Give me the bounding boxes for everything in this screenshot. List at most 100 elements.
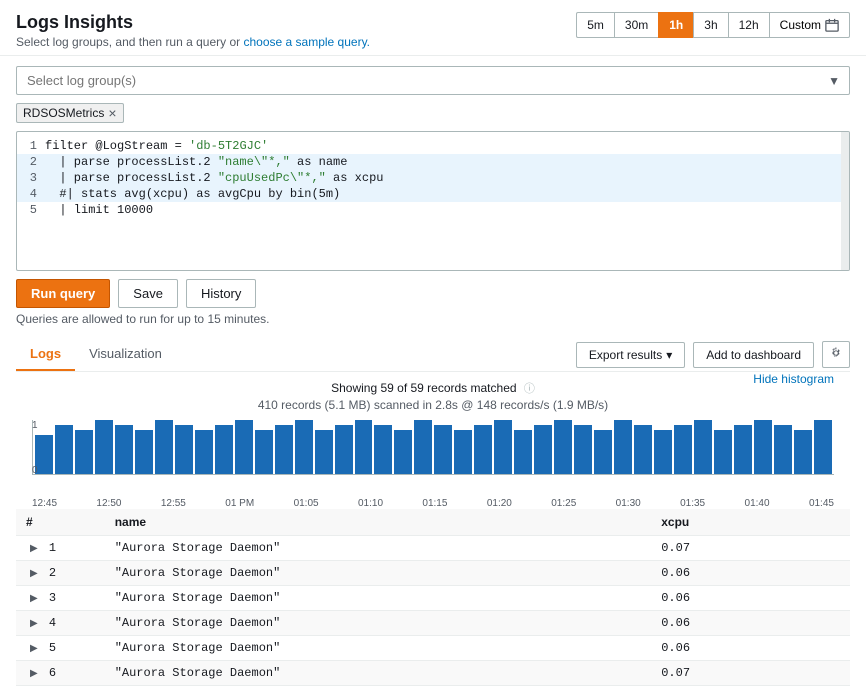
histogram-bar — [155, 420, 173, 474]
histogram-bar — [534, 425, 552, 474]
table-row: ▶ 4 "Aurora Storage Daemon" 0.06 — [16, 611, 850, 636]
histogram-bar — [574, 425, 592, 474]
histogram-bar — [175, 425, 193, 474]
histogram-bar — [614, 420, 632, 474]
histogram-bar — [674, 425, 692, 474]
code-line-2: 2 | parse processList.2 "name\"*," as na… — [17, 154, 849, 170]
cell-name: "Aurora Storage Daemon" — [105, 611, 652, 636]
add-to-dashboard-button[interactable]: Add to dashboard — [693, 342, 814, 368]
cell-xcpu: 0.07 — [651, 661, 850, 686]
tabs-row: Logs Visualization Export results ▾ Add … — [16, 338, 850, 372]
run-query-button[interactable]: Run query — [16, 279, 110, 308]
histogram-bar — [215, 425, 233, 474]
row-expand-button[interactable]: ▶ — [26, 593, 42, 604]
row-expand-button[interactable]: ▶ — [26, 643, 42, 654]
code-line-3: 3 | parse processList.2 "cpuUsedPc\"*," … — [17, 170, 849, 186]
log-group-input[interactable] — [16, 66, 850, 95]
tab-visualization[interactable]: Visualization — [75, 338, 176, 371]
tag-rdsos: RDSOSMetrics × — [16, 103, 124, 123]
histogram-bar — [554, 420, 572, 474]
y-axis-top-label: 1 — [32, 420, 38, 431]
row-expand-button[interactable]: ▶ — [26, 543, 42, 554]
cell-name: "Aurora Storage Daemon" — [105, 561, 652, 586]
histogram-bar — [95, 420, 113, 474]
histogram-bar — [694, 420, 712, 474]
cell-xcpu: 0.06 — [651, 611, 850, 636]
x-axis-label: 01:40 — [745, 498, 770, 509]
row-expand-button[interactable]: ▶ — [26, 618, 42, 629]
history-button[interactable]: History — [186, 279, 256, 308]
histogram-bar — [654, 430, 672, 474]
cell-xcpu: 0.06 — [651, 586, 850, 611]
tag-close-icon[interactable]: × — [108, 106, 116, 120]
results-table: # name xcpu ▶ 1 "Aurora Storage Daemon" … — [16, 509, 850, 686]
histogram-bar — [514, 430, 532, 474]
row-expand-button[interactable]: ▶ — [26, 668, 42, 679]
histogram-bar — [135, 430, 153, 474]
time-btn-3h[interactable]: 3h — [693, 12, 727, 38]
log-group-selector[interactable]: ▼ — [16, 66, 850, 95]
histogram-bar — [754, 420, 772, 474]
table-row: ▶ 6 "Aurora Storage Daemon" 0.07 — [16, 661, 850, 686]
dropdown-arrow-icon: ▼ — [828, 74, 840, 88]
time-btn-30m[interactable]: 30m — [614, 12, 658, 38]
results-showing: Showing 59 of 59 records matched ⓘ — [16, 372, 850, 398]
save-button[interactable]: Save — [118, 279, 178, 308]
histogram-bar — [494, 420, 512, 474]
export-results-button[interactable]: Export results ▾ — [576, 342, 685, 368]
x-axis-label: 01:25 — [551, 498, 576, 509]
sample-query-link[interactable]: choose a sample query. — [244, 35, 371, 49]
x-axis-label: 01:35 — [680, 498, 705, 509]
histogram-bar — [394, 430, 412, 474]
info-icon[interactable]: ⓘ — [524, 383, 535, 395]
x-axis-label: 01:05 — [294, 498, 319, 509]
histogram-bars — [32, 420, 834, 475]
results-table-container: # name xcpu ▶ 1 "Aurora Storage Daemon" … — [16, 509, 850, 686]
time-btn-5m[interactable]: 5m — [576, 12, 614, 38]
histogram-bar — [714, 430, 732, 474]
histogram-bar — [55, 425, 73, 474]
x-axis-label: 12:45 — [32, 498, 57, 509]
table-row: ▶ 3 "Aurora Storage Daemon" 0.06 — [16, 586, 850, 611]
dropdown-arrow-export-icon: ▾ — [666, 348, 672, 362]
time-range-selector: 5m 30m 1h 3h 12h Custom — [576, 12, 850, 38]
histogram-bar — [634, 425, 652, 474]
histogram-bar — [195, 430, 213, 474]
histogram-bar — [474, 425, 492, 474]
tags-row: RDSOSMetrics × — [16, 103, 850, 123]
time-btn-1h[interactable]: 1h — [658, 12, 693, 38]
settings-gear-button[interactable] — [822, 341, 850, 368]
x-axis-label: 12:55 — [161, 498, 186, 509]
code-line-1: 1 filter @LogStream = 'db-5T2GJC' — [17, 138, 849, 154]
histogram-bar — [454, 430, 472, 474]
x-axis-labels: 12:4512:5012:5501 PM01:0501:1001:1501:20… — [16, 496, 850, 509]
col-header-name: name — [105, 509, 652, 536]
histogram-bar — [295, 420, 313, 474]
results-stats-row: Showing 59 of 59 records matched ⓘ 410 r… — [16, 372, 850, 412]
code-line-4: 4 #| stats avg(xcpu) as avgCpu by bin(5m… — [17, 186, 849, 202]
histogram: 1 0 — [16, 416, 850, 496]
code-editor[interactable]: 1 filter @LogStream = 'db-5T2GJC' 2 | pa… — [16, 131, 850, 271]
row-expand-button[interactable]: ▶ — [26, 568, 42, 579]
col-header-hash: # — [16, 509, 105, 536]
histogram-bar — [814, 420, 832, 474]
cell-name: "Aurora Storage Daemon" — [105, 536, 652, 561]
code-line-5: 5 | limit 10000 — [17, 202, 849, 218]
histogram-bar — [315, 430, 333, 474]
query-buttons-row: Run query Save History — [16, 279, 850, 308]
x-axis-label: 01:30 — [616, 498, 641, 509]
histogram-bar — [434, 425, 452, 474]
time-btn-12h[interactable]: 12h — [728, 12, 769, 38]
query-note: Queries are allowed to run for up to 15 … — [16, 312, 850, 326]
time-btn-custom[interactable]: Custom — [769, 12, 850, 38]
table-row: ▶ 1 "Aurora Storage Daemon" 0.07 — [16, 536, 850, 561]
hide-histogram-button[interactable]: Hide histogram — [753, 372, 834, 386]
x-axis-label: 01 PM — [225, 498, 254, 509]
cell-xcpu: 0.07 — [651, 536, 850, 561]
tab-logs[interactable]: Logs — [16, 338, 75, 371]
histogram-bar — [75, 430, 93, 474]
editor-scrollbar[interactable] — [841, 132, 849, 270]
histogram-bar — [414, 420, 432, 474]
x-axis-label: 01:20 — [487, 498, 512, 509]
gear-icon — [829, 346, 843, 360]
